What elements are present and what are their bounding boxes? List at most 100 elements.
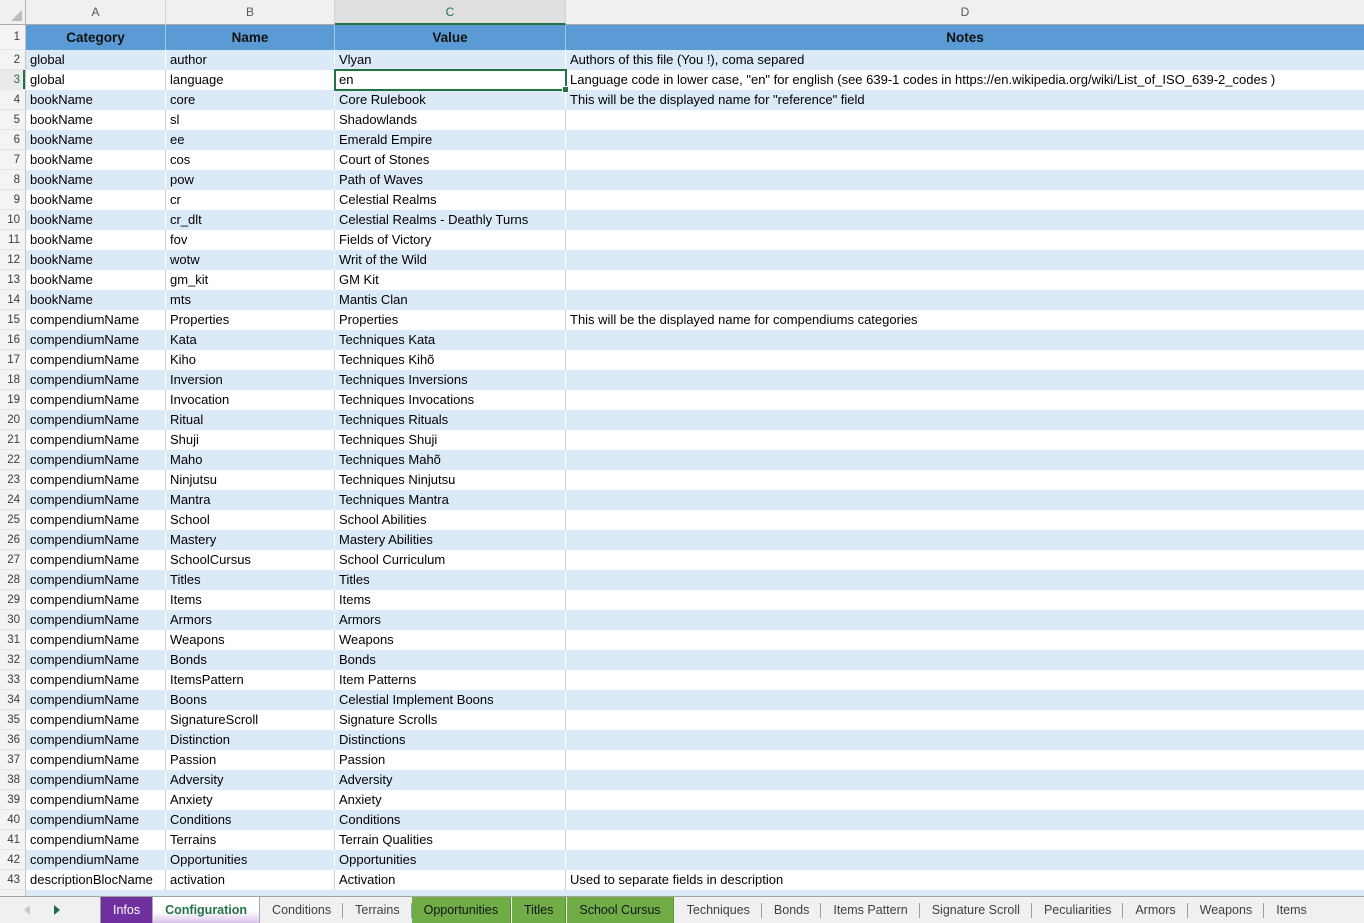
cell-value[interactable]: Conditions bbox=[335, 810, 566, 830]
cell-category[interactable]: compendiumName bbox=[26, 410, 166, 430]
cell-category[interactable]: compendiumName bbox=[26, 630, 166, 650]
cell-value[interactable]: Techniques Rituals bbox=[335, 410, 566, 430]
cell-name[interactable]: ItemsPattern bbox=[166, 670, 335, 690]
cell-value[interactable]: Adversity bbox=[335, 770, 566, 790]
cell-notes[interactable] bbox=[566, 150, 1364, 170]
row-header[interactable]: 31 bbox=[0, 630, 26, 650]
row-header[interactable]: 39 bbox=[0, 790, 26, 810]
cell-name[interactable]: SignatureScroll bbox=[166, 710, 335, 730]
cell-category[interactable]: compendiumName bbox=[26, 830, 166, 850]
row-header[interactable]: 30 bbox=[0, 610, 26, 630]
cell-value[interactable]: Shadowlands bbox=[335, 110, 566, 130]
cell-notes[interactable] bbox=[566, 170, 1364, 190]
cell-value[interactable]: Weapons bbox=[335, 630, 566, 650]
cell-value[interactable]: Celestial Realms bbox=[335, 190, 566, 210]
cell-notes[interactable] bbox=[566, 490, 1364, 510]
cell-category[interactable]: compendiumName bbox=[26, 610, 166, 630]
cell-name[interactable]: cr bbox=[166, 190, 335, 210]
cell-name[interactable]: sl bbox=[166, 110, 335, 130]
cell-category[interactable]: global bbox=[26, 70, 166, 90]
cell-name[interactable]: Kiho bbox=[166, 350, 335, 370]
cell-name[interactable]: Distinction bbox=[166, 730, 335, 750]
previous-sheet-arrow-icon[interactable] bbox=[24, 905, 30, 915]
row-header[interactable]: 9 bbox=[0, 190, 26, 210]
cell-category[interactable]: bookName bbox=[26, 270, 166, 290]
sheet-tab-terrains[interactable]: Terrains bbox=[343, 897, 411, 923]
row-header[interactable]: 1 bbox=[0, 25, 26, 50]
cell-notes[interactable] bbox=[566, 850, 1364, 870]
cell-notes[interactable] bbox=[566, 710, 1364, 730]
cell-category[interactable]: compendiumName bbox=[26, 710, 166, 730]
sheet-tab-infos[interactable]: Infos bbox=[101, 897, 152, 923]
row-header[interactable]: 16 bbox=[0, 330, 26, 350]
cell-notes[interactable] bbox=[566, 130, 1364, 150]
cell-name[interactable]: activation bbox=[166, 870, 335, 890]
cell-value[interactable]: School Abilities bbox=[335, 510, 566, 530]
cell-notes[interactable] bbox=[566, 790, 1364, 810]
cell-category[interactable]: compendiumName bbox=[26, 490, 166, 510]
cell-value[interactable]: Celestial Realms - Deathly Turns bbox=[335, 210, 566, 230]
row-header[interactable]: 22 bbox=[0, 450, 26, 470]
cell-notes[interactable] bbox=[566, 590, 1364, 610]
cell-name[interactable]: ee bbox=[166, 130, 335, 150]
row-header[interactable]: 38 bbox=[0, 770, 26, 790]
cell-category[interactable]: bookName bbox=[26, 150, 166, 170]
row-header[interactable]: 23 bbox=[0, 470, 26, 490]
row-header[interactable]: 14 bbox=[0, 290, 26, 310]
cell-value[interactable]: Techniques Kata bbox=[335, 330, 566, 350]
cell-category[interactable]: compendiumName bbox=[26, 470, 166, 490]
cell-notes[interactable] bbox=[566, 550, 1364, 570]
cell-name[interactable]: Mastery bbox=[166, 530, 335, 550]
row-header[interactable]: 5 bbox=[0, 110, 26, 130]
row-header[interactable]: 25 bbox=[0, 510, 26, 530]
cell-value[interactable]: Terrain Qualities bbox=[335, 830, 566, 850]
header-cell-category[interactable]: Category bbox=[26, 25, 166, 50]
cell-value[interactable]: Emerald Empire bbox=[335, 130, 566, 150]
row-header[interactable]: 35 bbox=[0, 710, 26, 730]
cell-value[interactable]: School Curriculum bbox=[335, 550, 566, 570]
cell-notes[interactable] bbox=[566, 570, 1364, 590]
cell-value[interactable]: Bonds bbox=[335, 650, 566, 670]
row-header[interactable]: 37 bbox=[0, 750, 26, 770]
cell-notes[interactable]: Language code in lower case, "en" for en… bbox=[566, 70, 1364, 90]
cell-category[interactable]: bookName bbox=[26, 250, 166, 270]
row-header[interactable]: 28 bbox=[0, 570, 26, 590]
row-header[interactable]: 20 bbox=[0, 410, 26, 430]
cell-name[interactable]: Shuji bbox=[166, 430, 335, 450]
cell-notes[interactable] bbox=[566, 530, 1364, 550]
cell-value[interactable]: Techniques Mantra bbox=[335, 490, 566, 510]
cell-notes[interactable]: This will be the displayed name for comp… bbox=[566, 310, 1364, 330]
row-header[interactable]: 26 bbox=[0, 530, 26, 550]
cell-value[interactable]: Item Patterns bbox=[335, 670, 566, 690]
cell-name[interactable]: Inversion bbox=[166, 370, 335, 390]
cell-name[interactable]: Bonds bbox=[166, 650, 335, 670]
cell-notes[interactable] bbox=[566, 250, 1364, 270]
row-header[interactable]: 21 bbox=[0, 430, 26, 450]
cell-name[interactable]: core bbox=[166, 90, 335, 110]
cell-value[interactable]: Techniques Kihõ bbox=[335, 350, 566, 370]
cell-notes[interactable]: This will be the displayed name for "ref… bbox=[566, 90, 1364, 110]
cell-value[interactable]: en bbox=[335, 70, 566, 90]
cell-value[interactable]: Titles bbox=[335, 570, 566, 590]
cell-name[interactable]: Items bbox=[166, 590, 335, 610]
cell-notes[interactable] bbox=[566, 810, 1364, 830]
row-header[interactable]: 24 bbox=[0, 490, 26, 510]
cell-notes[interactable] bbox=[566, 330, 1364, 350]
cell-category[interactable]: compendiumName bbox=[26, 330, 166, 350]
cell-name[interactable]: cr_dlt bbox=[166, 210, 335, 230]
cell-value[interactable]: Fields of Victory bbox=[335, 230, 566, 250]
sheet-tab-armors[interactable]: Armors bbox=[1123, 897, 1187, 923]
cell-category[interactable]: compendiumName bbox=[26, 770, 166, 790]
cell-notes[interactable] bbox=[566, 770, 1364, 790]
cell-value[interactable]: Signature Scrolls bbox=[335, 710, 566, 730]
cell-name[interactable]: Terrains bbox=[166, 830, 335, 850]
cell-notes[interactable] bbox=[566, 190, 1364, 210]
cell-category[interactable]: compendiumName bbox=[26, 310, 166, 330]
cell-value[interactable]: Techniques Inversions bbox=[335, 370, 566, 390]
cell-name[interactable]: Ninjutsu bbox=[166, 470, 335, 490]
cell-notes[interactable] bbox=[566, 350, 1364, 370]
cell-notes[interactable] bbox=[566, 730, 1364, 750]
sheet-tab-items[interactable]: Items bbox=[1264, 897, 1319, 923]
cell-category[interactable]: bookName bbox=[26, 90, 166, 110]
row-header[interactable]: 18 bbox=[0, 370, 26, 390]
